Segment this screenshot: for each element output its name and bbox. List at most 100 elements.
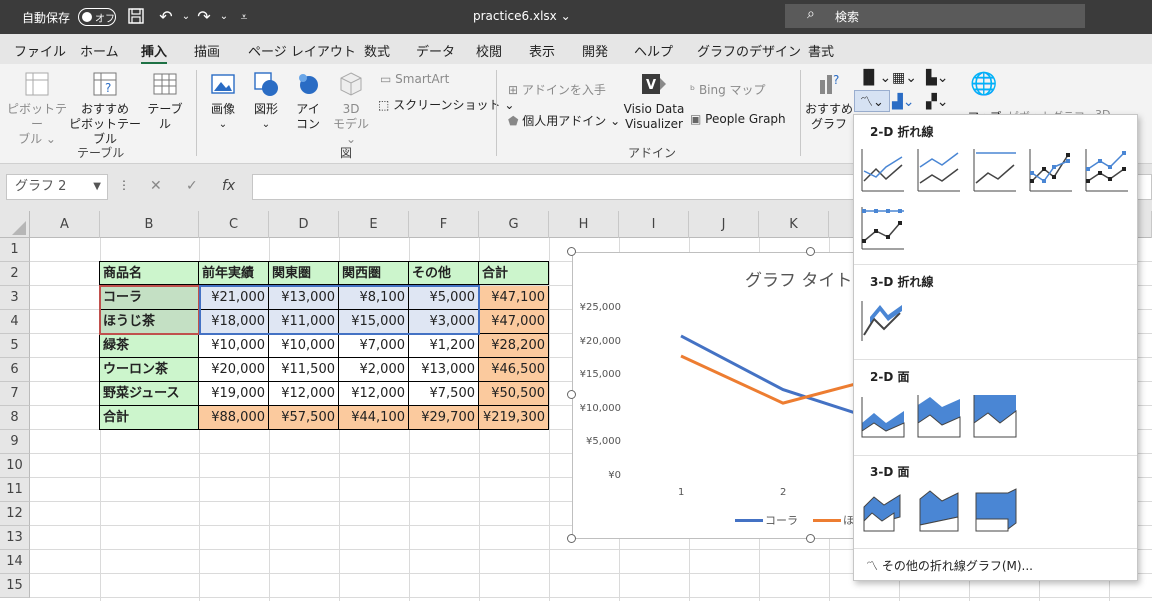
tab-formulas[interactable]: 数式 bbox=[364, 41, 390, 60]
customize-qat-icon[interactable]: ⩡ bbox=[234, 7, 254, 27]
row-header[interactable]: 2 bbox=[0, 262, 30, 286]
col-header-i[interactable]: I bbox=[619, 211, 689, 238]
3d-line-chart-thumb[interactable] bbox=[860, 297, 906, 343]
table-header-cell[interactable]: その他 bbox=[409, 261, 479, 285]
table-header-cell[interactable]: 関東圏 bbox=[269, 261, 339, 285]
table-cell[interactable]: ¥12,000 bbox=[269, 382, 339, 406]
chart-resize-handle[interactable] bbox=[567, 390, 576, 399]
tab-home[interactable]: ホーム bbox=[80, 41, 119, 60]
redo-dropdown-icon[interactable]: ⌄ bbox=[214, 7, 234, 27]
name-box[interactable]: グラフ 2 ▼ bbox=[6, 174, 108, 200]
icons-button[interactable]: アイ コン bbox=[288, 70, 328, 132]
tab-format[interactable]: 書式 bbox=[808, 41, 834, 60]
table-cell[interactable]: ¥7,500 bbox=[409, 382, 479, 406]
visio-visualizer-button[interactable]: V Visio Data Visualizer bbox=[620, 70, 688, 132]
screenshot-button[interactable]: ⬚ スクリーンショット ⌄ bbox=[378, 96, 514, 113]
table-cell-total[interactable]: ¥44,100 bbox=[339, 406, 409, 430]
table-cell[interactable]: ¥20,000 bbox=[199, 358, 269, 382]
100-stacked-line-chart-thumb[interactable] bbox=[972, 147, 1018, 193]
tab-developer[interactable]: 開発 bbox=[582, 41, 608, 60]
row-header[interactable]: 4 bbox=[0, 310, 30, 334]
recommended-pivot-button[interactable]: ? おすすめ ピボットテーブル bbox=[68, 70, 142, 147]
col-header-j[interactable]: J bbox=[689, 211, 759, 238]
legend-label-series-1[interactable]: コーラ bbox=[765, 512, 798, 528]
get-addins-button[interactable]: ⊞ アドインを入手 bbox=[508, 81, 606, 98]
row-header[interactable]: 7 bbox=[0, 382, 30, 406]
row-header[interactable]: 8 bbox=[0, 406, 30, 430]
table-cell[interactable]: ¥13,000 bbox=[269, 286, 339, 310]
row-header[interactable]: 12 bbox=[0, 502, 30, 526]
table-cell-name[interactable]: ほうじ茶 bbox=[99, 310, 199, 334]
table-cell[interactable]: ¥10,000 bbox=[269, 334, 339, 358]
row-header[interactable]: 11 bbox=[0, 478, 30, 502]
chart-resize-handle[interactable] bbox=[567, 534, 576, 543]
tab-review[interactable]: 校閲 bbox=[476, 41, 502, 60]
table-cell[interactable]: ¥13,000 bbox=[409, 358, 479, 382]
col-header-g[interactable]: G bbox=[479, 211, 549, 238]
line-chart-thumb[interactable] bbox=[860, 147, 906, 193]
line-with-markers-thumb[interactable] bbox=[1028, 147, 1074, 193]
table-cell[interactable]: ¥5,000 bbox=[409, 286, 479, 310]
table-header-cell[interactable]: 合計 bbox=[479, 261, 549, 285]
table-cell-total[interactable]: ¥47,000 bbox=[479, 310, 549, 334]
autosave-toggle[interactable]: オフ bbox=[78, 8, 116, 26]
more-options-icon[interactable]: ⋮ bbox=[118, 178, 130, 192]
col-header-a[interactable]: A bbox=[30, 211, 100, 238]
waterfall-chart-icon[interactable]: ▙⌄ bbox=[926, 70, 949, 86]
table-cell[interactable]: ¥15,000 bbox=[339, 310, 409, 334]
hierarchy-chart-icon[interactable]: ▦⌄ bbox=[892, 70, 917, 86]
3d-area-chart-thumb[interactable] bbox=[860, 487, 906, 533]
tab-data[interactable]: データ bbox=[416, 41, 455, 60]
table-cell[interactable]: ¥2,000 bbox=[339, 358, 409, 382]
pivot-table-button[interactable]: ピボットテー ブル ⌄ bbox=[4, 70, 70, 147]
col-header-d[interactable]: D bbox=[269, 211, 339, 238]
row-header[interactable]: 14 bbox=[0, 550, 30, 574]
table-cell[interactable]: ¥7,000 bbox=[339, 334, 409, 358]
map-globe-icon[interactable]: 🌐 bbox=[970, 72, 997, 97]
table-cell-total[interactable]: ¥88,000 bbox=[199, 406, 269, 430]
chart-resize-handle[interactable] bbox=[567, 247, 576, 256]
people-graph-button[interactable]: ▣ People Graph bbox=[690, 112, 786, 126]
column-chart-icon[interactable]: ▐▌⌄ bbox=[858, 70, 891, 86]
row-header[interactable]: 9 bbox=[0, 430, 30, 454]
tab-chart-design[interactable]: グラフのデザイン bbox=[697, 41, 801, 60]
my-addins-button[interactable]: ⬟ 個人用アドイン ⌄ bbox=[508, 112, 620, 129]
chart-resize-handle[interactable] bbox=[806, 247, 815, 256]
search-box[interactable]: ⌕ 検索 bbox=[785, 4, 1085, 28]
table-cell-name[interactable]: ウーロン茶 bbox=[99, 358, 199, 382]
tab-page-layout[interactable]: ページ レイアウト bbox=[248, 41, 356, 60]
table-cell-name[interactable]: コーラ bbox=[99, 286, 199, 310]
tab-insert[interactable]: 挿入 bbox=[141, 41, 168, 65]
table-cell-name[interactable]: 野菜ジュース bbox=[99, 382, 199, 406]
table-header-cell[interactable]: 商品名 bbox=[99, 261, 199, 285]
save-icon[interactable] bbox=[126, 7, 146, 27]
table-cell[interactable]: ¥11,500 bbox=[269, 358, 339, 382]
row-header[interactable]: 5 bbox=[0, 334, 30, 358]
table-cell-name[interactable]: 合計 bbox=[99, 406, 199, 430]
table-cell-total[interactable]: ¥50,500 bbox=[479, 382, 549, 406]
cancel-icon[interactable]: ✕ bbox=[150, 178, 162, 194]
table-header-cell[interactable]: 関西圏 bbox=[339, 261, 409, 285]
row-header[interactable]: 15 bbox=[0, 574, 30, 598]
row-header[interactable]: 10 bbox=[0, 454, 30, 478]
table-cell-total[interactable]: ¥57,500 bbox=[269, 406, 339, 430]
chart-resize-handle[interactable] bbox=[806, 534, 815, 543]
tab-view[interactable]: 表示 bbox=[529, 41, 555, 60]
col-header-b[interactable]: B bbox=[100, 211, 199, 238]
3d-100-stacked-area-chart-thumb[interactable] bbox=[972, 487, 1018, 533]
table-cell-total[interactable]: ¥28,200 bbox=[479, 334, 549, 358]
recommended-charts-button[interactable]: ? おすすめ グラフ bbox=[804, 70, 854, 132]
stacked-line-chart-thumb[interactable] bbox=[916, 147, 962, 193]
table-cell[interactable]: ¥21,000 bbox=[199, 286, 269, 310]
chart-title[interactable]: グラフ タイト bbox=[745, 266, 852, 291]
undo-icon[interactable]: ↶ bbox=[156, 7, 176, 27]
table-cell-total[interactable]: ¥47,100 bbox=[479, 286, 549, 310]
stacked-area-chart-thumb[interactable] bbox=[916, 393, 962, 439]
table-cell[interactable]: ¥18,000 bbox=[199, 310, 269, 334]
table-cell-name[interactable]: 緑茶 bbox=[99, 334, 199, 358]
redo-icon[interactable]: ↷ bbox=[194, 7, 214, 27]
row-header[interactable]: 13 bbox=[0, 526, 30, 550]
table-cell-total[interactable]: ¥29,700 bbox=[409, 406, 479, 430]
fx-icon[interactable]: fx bbox=[222, 178, 235, 194]
image-button[interactable]: 画像 ⌄ bbox=[202, 70, 244, 132]
